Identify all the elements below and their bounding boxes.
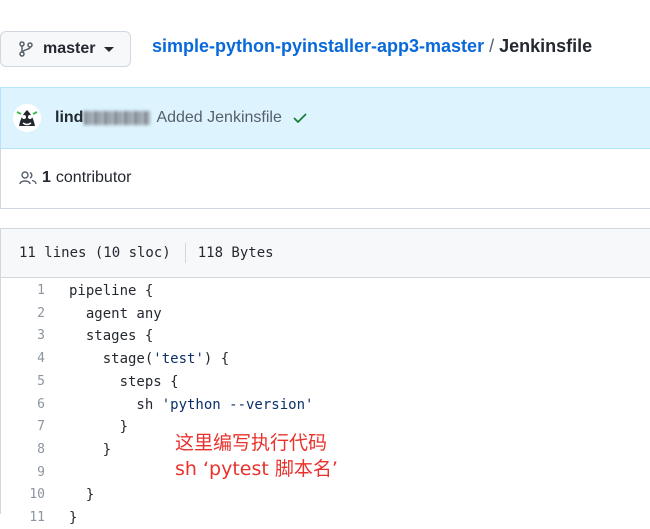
code-line: 10 } bbox=[1, 484, 650, 506]
code-line: 3 stages { bbox=[1, 325, 650, 347]
avatar-icon bbox=[13, 104, 41, 132]
line-number[interactable]: 7 bbox=[1, 416, 45, 438]
contributor-count: 1 bbox=[42, 169, 51, 186]
chevron-down-icon bbox=[104, 46, 115, 52]
line-number[interactable]: 2 bbox=[1, 303, 45, 325]
breadcrumb-separator: / bbox=[489, 36, 495, 56]
line-number[interactable]: 11 bbox=[1, 507, 45, 529]
code-text: stages { bbox=[69, 328, 154, 345]
code-text: sh 'python --version' bbox=[69, 396, 314, 413]
code-text: agent any bbox=[69, 305, 162, 322]
annotation-line-2: sh ‘pytest 脚本名’ bbox=[175, 458, 338, 480]
code-line: 2 agent any bbox=[1, 303, 650, 325]
branch-select-button[interactable]: master bbox=[0, 31, 131, 67]
file-size: 118 Bytes bbox=[197, 245, 274, 261]
latest-commit-bar: lind Added Jenkinsfile bbox=[0, 87, 650, 149]
commit-message-link[interactable]: Added Jenkinsfile bbox=[156, 109, 281, 127]
line-number[interactable]: 9 bbox=[1, 462, 45, 484]
breadcrumb-repo-link[interactable]: simple-python-pyinstaller-app3-master bbox=[152, 36, 484, 56]
branch-name: master bbox=[43, 40, 96, 57]
code-text: steps { bbox=[69, 373, 179, 390]
git-branch-icon bbox=[19, 41, 33, 57]
line-number[interactable]: 4 bbox=[1, 348, 45, 370]
line-number[interactable]: 1 bbox=[1, 280, 45, 302]
code-text: } bbox=[69, 510, 78, 526]
line-number[interactable]: 10 bbox=[1, 484, 45, 506]
code-text: } bbox=[69, 419, 129, 436]
contributor-label: contributor bbox=[55, 169, 132, 186]
annotation-overlay: 这里编写执行代码 sh ‘pytest 脚本名’ bbox=[175, 430, 338, 482]
code-string: 'python --version' bbox=[161, 396, 314, 413]
code-text: } bbox=[69, 487, 95, 504]
file-info-header: 11 lines (10 sloc) 118 Bytes bbox=[0, 228, 650, 278]
redacted-name bbox=[84, 110, 151, 125]
breadcrumb: simple-python-pyinstaller-app3-master / Je… bbox=[152, 36, 592, 57]
code-text: stage('test') { bbox=[69, 351, 230, 368]
file-lines-count: 11 lines (10 sloc) bbox=[19, 245, 171, 261]
line-number[interactable]: 6 bbox=[1, 394, 45, 416]
code-line: 11} bbox=[1, 507, 650, 529]
commit-author[interactable]: lind bbox=[55, 109, 151, 127]
check-icon[interactable] bbox=[292, 110, 308, 126]
code-text: pipeline { bbox=[69, 283, 154, 299]
people-icon bbox=[19, 171, 37, 185]
divider bbox=[184, 243, 186, 263]
code-line: 6 sh 'python --version' bbox=[1, 394, 650, 416]
code-string: 'test' bbox=[153, 351, 204, 368]
code-text: } bbox=[69, 441, 112, 458]
annotation-line-1: 这里编写执行代码 bbox=[175, 432, 328, 454]
breadcrumb-file-name: Jenkinsfile bbox=[499, 36, 593, 56]
line-number[interactable]: 3 bbox=[1, 325, 45, 347]
contributors-bar[interactable]: 1 contributor bbox=[0, 148, 650, 209]
code-line: 1 pipeline { bbox=[1, 280, 650, 302]
line-number[interactable]: 5 bbox=[1, 371, 45, 393]
line-number[interactable]: 8 bbox=[1, 439, 45, 461]
code-line: 5 steps { bbox=[1, 371, 650, 393]
code-line: 4 stage('test') { bbox=[1, 348, 650, 370]
avatar[interactable] bbox=[13, 104, 41, 132]
